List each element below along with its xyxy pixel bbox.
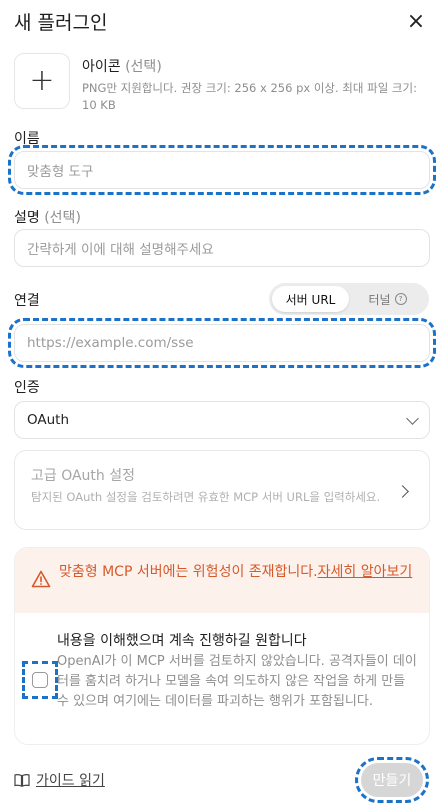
icon-optional-text: (선택) xyxy=(125,59,162,75)
tab-tunnel[interactable]: 터널 ? xyxy=(349,286,426,312)
description-label-text: 설명 xyxy=(14,210,40,226)
info-icon: ? xyxy=(394,293,407,305)
chevron-right-icon xyxy=(396,485,409,498)
guide-link-text: 가이드 읽기 xyxy=(36,773,105,789)
learn-more-link[interactable]: 자세히 알아보기 xyxy=(318,564,413,580)
name-label: 이름 xyxy=(14,131,40,147)
description-optional-text: (선택) xyxy=(44,210,81,226)
warning-message: 맞춤형 MCP 서버에는 위험성이 존재합니다.자세히 알아보기 xyxy=(59,562,419,583)
icon-label: 아이콘 (선택) xyxy=(82,56,162,76)
advanced-oauth-description: 탐지된 OAuth 설정을 검토하려면 유효한 MCP 서버 URL을 입력하세… xyxy=(31,490,381,504)
warning-text: 맞춤형 MCP 서버에는 위험성이 존재합니다. xyxy=(59,564,318,580)
advanced-oauth-settings[interactable]: 고급 OAuth 설정 탐지된 OAuth 설정을 검토하려면 유효한 MCP … xyxy=(14,450,430,530)
icon-help-text: PNG만 지원합니다. 권장 크기: 256 x 256 px 이상. 최대 파… xyxy=(82,81,417,112)
name-input[interactable]: 맞춤형 도구 xyxy=(8,145,436,195)
description-label: 설명 (선택) xyxy=(14,207,81,227)
close-icon[interactable]: × xyxy=(404,10,428,34)
consent-checkbox[interactable] xyxy=(32,672,48,688)
dialog-title: 새 플러그인 xyxy=(14,12,108,34)
icon-upload-button[interactable]: + xyxy=(14,53,70,109)
auth-label: 인증 xyxy=(14,380,40,396)
warning-icon xyxy=(31,570,51,588)
advanced-oauth-title: 고급 OAuth 설정 xyxy=(31,468,136,484)
server-url-input[interactable]: https://example.com/sse xyxy=(8,318,436,368)
guide-link[interactable]: 가이드 읽기 xyxy=(14,770,105,790)
risk-warning-panel: 맞춤형 MCP 서버에는 위험성이 존재합니다.자세히 알아보기 내용을 이해했… xyxy=(14,547,430,745)
tab-server-url[interactable]: 서버 URL xyxy=(272,286,349,312)
auth-select[interactable]: OAuth xyxy=(14,401,430,439)
consent-title: 내용을 이해했으며 계속 진행하길 원합니다 xyxy=(57,633,307,649)
plus-icon: + xyxy=(29,63,55,98)
description-placeholder: 간략하게 이에 대해 설명해주세요 xyxy=(27,242,214,258)
consent-description: OpenAI가 이 MCP 서버를 검토하지 않았습니다. 공격자들이 데이터를… xyxy=(57,654,417,709)
tab-tunnel-label: 터널 xyxy=(368,292,391,307)
connection-type-toggle[interactable]: 서버 URL 터널 ? xyxy=(269,283,429,315)
auth-select-value: OAuth xyxy=(27,412,70,428)
warning-banner: 맞춤형 MCP 서버에는 위험성이 존재합니다.자세히 알아보기 xyxy=(15,548,429,613)
icon-label-text: 아이콘 xyxy=(82,59,121,75)
create-button[interactable]: 만들기 xyxy=(355,757,429,803)
description-input[interactable]: 간략하게 이에 대해 설명해주세요 xyxy=(14,229,430,267)
connection-label: 연결 xyxy=(14,293,40,309)
chevron-down-icon xyxy=(406,411,419,425)
book-icon xyxy=(14,774,30,787)
name-placeholder: 맞춤형 도구 xyxy=(27,164,94,180)
server-url-placeholder: https://example.com/sse xyxy=(27,335,194,351)
